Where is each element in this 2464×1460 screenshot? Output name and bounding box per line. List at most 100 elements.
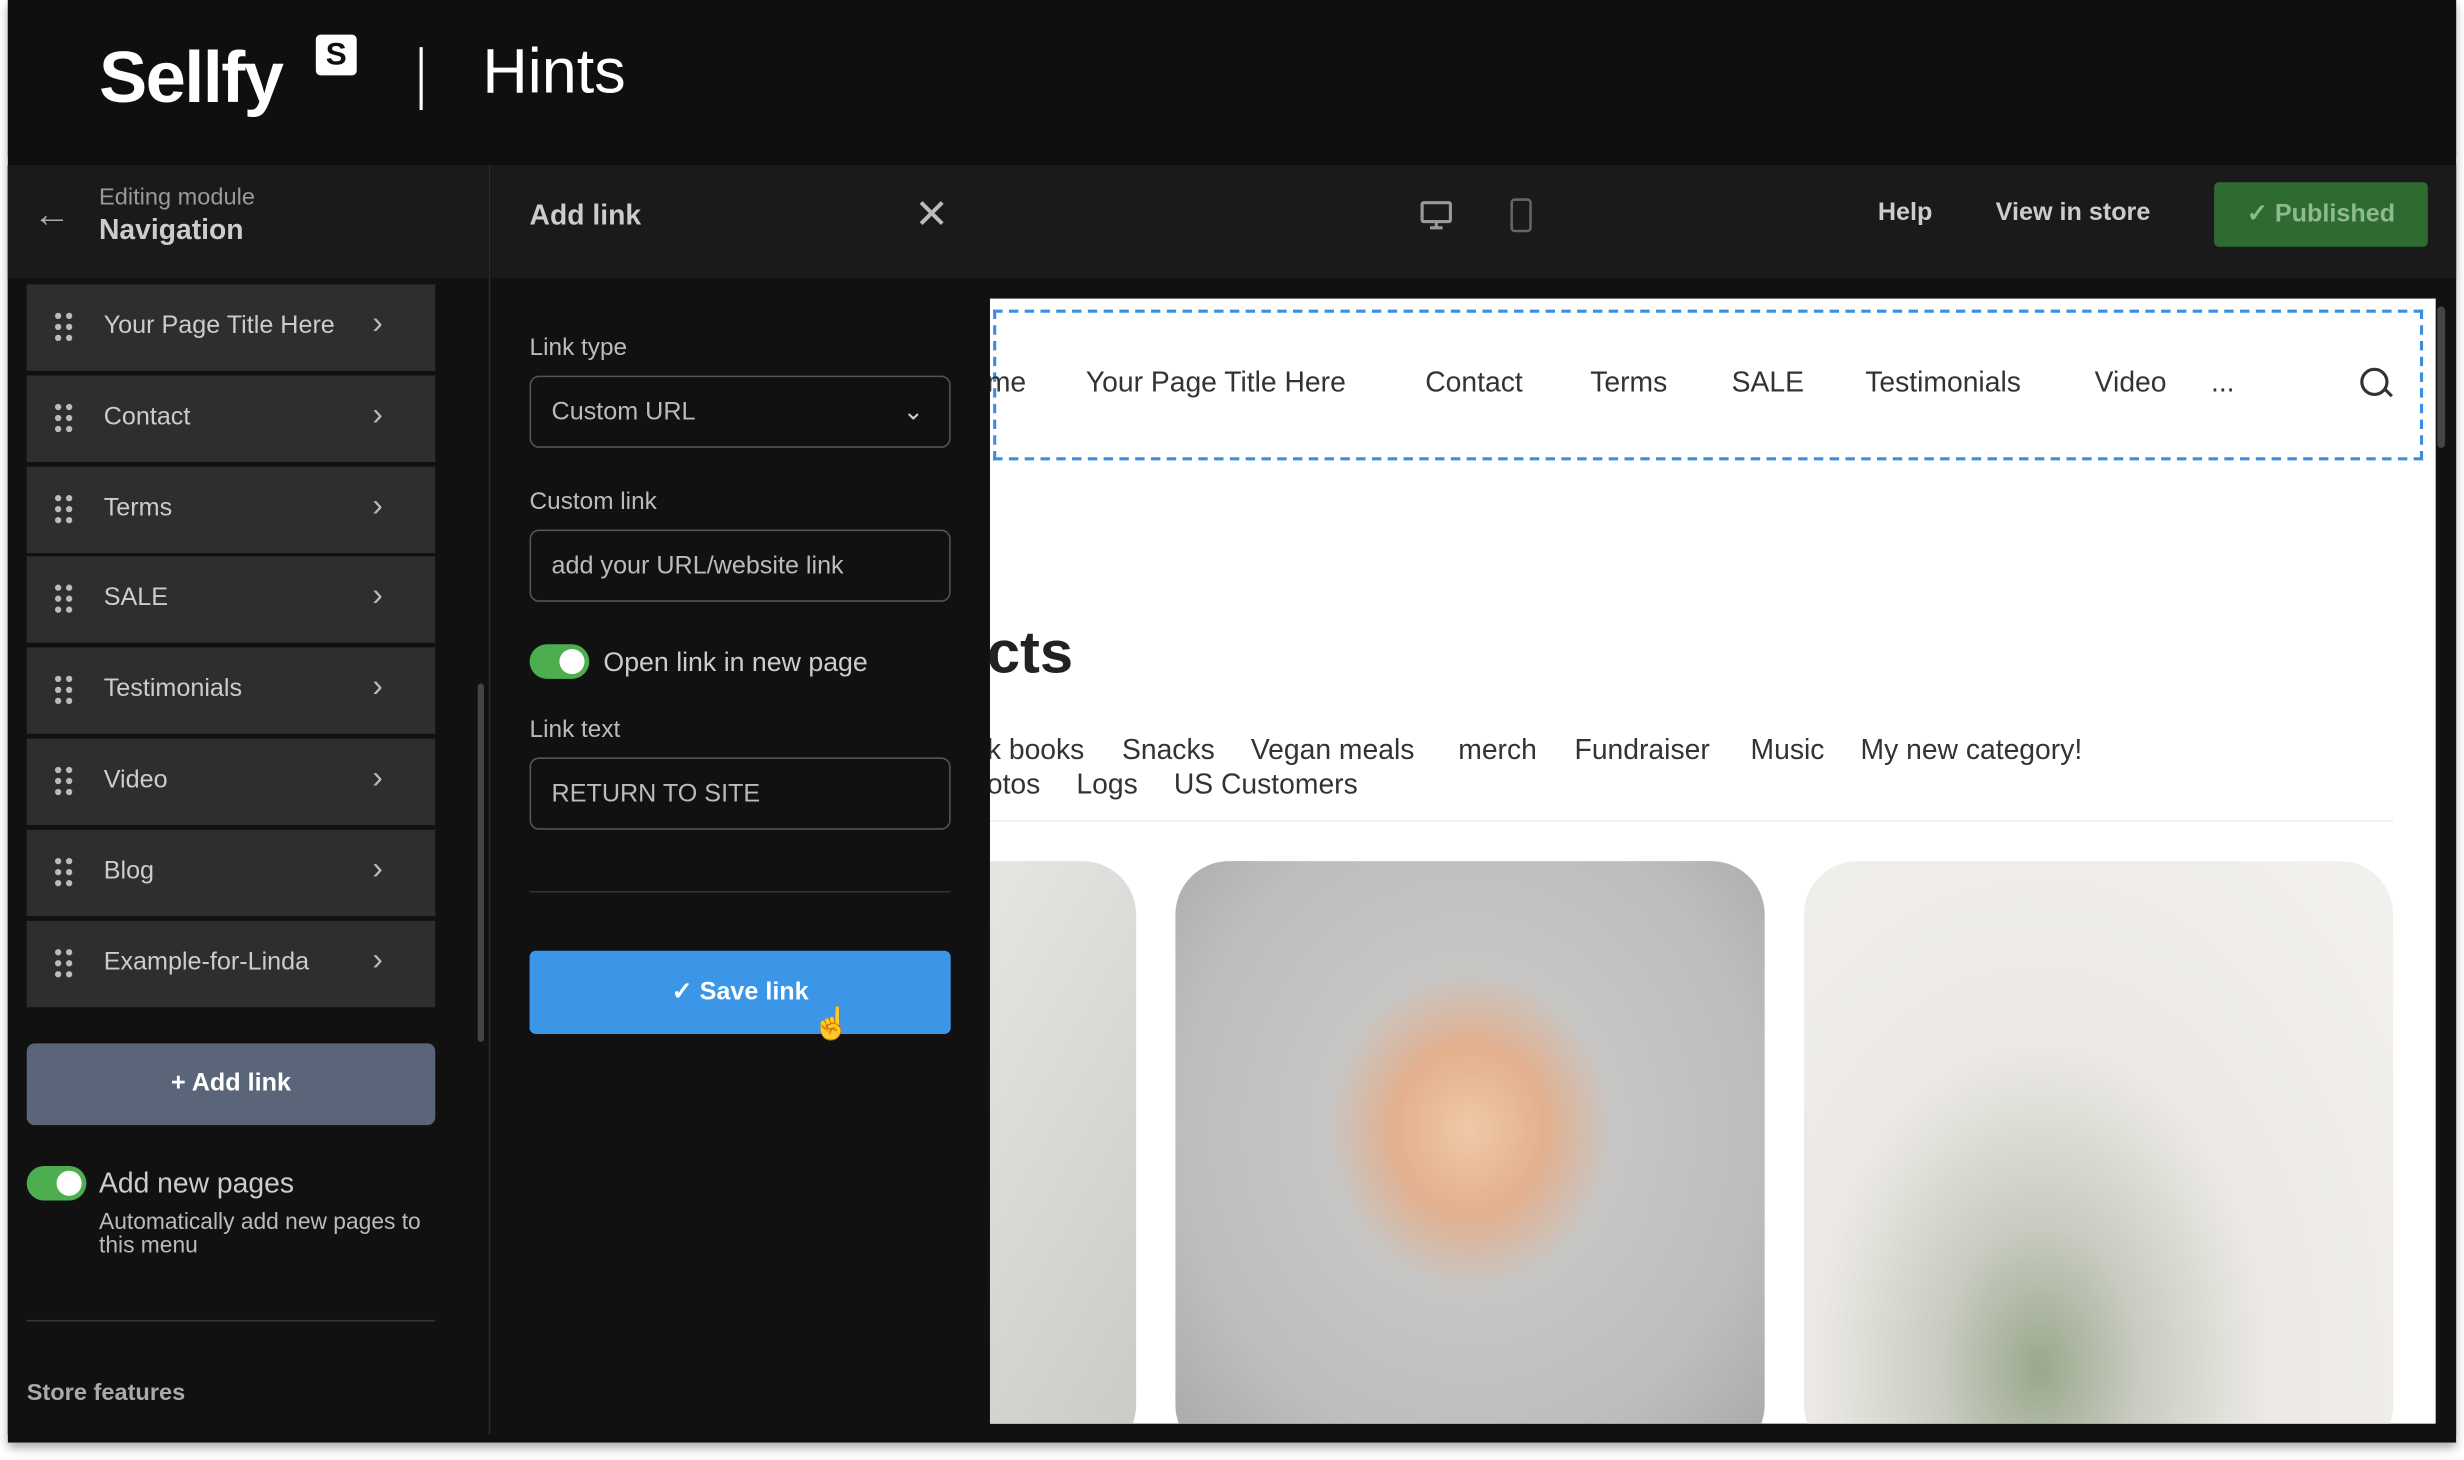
store-features-heading[interactable]: Store features <box>27 1380 186 1407</box>
nav-item-label: Testimonials <box>103 675 243 703</box>
nav-item[interactable]: Example-for-Linda › <box>26 920 436 1007</box>
desktop-icon[interactable] <box>1417 196 1455 234</box>
category-link[interactable]: Fundraiser <box>1575 734 1710 767</box>
module-sidebar: ← Editing module Navigation Your Page Ti… <box>7 164 489 1435</box>
sidebar-header: ← Editing module Navigation <box>7 164 489 279</box>
store-nav-link[interactable]: Terms <box>1590 366 1667 399</box>
sidebar-title: Navigation <box>98 213 244 246</box>
panel-title: Add link <box>529 199 642 231</box>
nav-items-list: Your Page Title Here › Contact › Terms › SALE ›… <box>26 284 436 1011</box>
divider <box>529 890 951 893</box>
open-new-page-label: Open link in new page <box>603 647 868 678</box>
chevron-right-icon: › <box>372 851 383 886</box>
chevron-right-icon: › <box>372 669 383 705</box>
store-nav-link[interactable]: ... <box>2211 366 2235 399</box>
chevron-right-icon: › <box>372 942 383 977</box>
category-link[interactable]: My new category! <box>1861 734 2083 767</box>
drag-handle-icon[interactable] <box>54 403 74 435</box>
nav-item-label: SALE <box>103 585 169 612</box>
store-nav-link[interactable]: me <box>990 366 1026 399</box>
store-nav-link[interactable]: Video <box>2095 366 2167 399</box>
link-text-label: Link text <box>529 716 621 744</box>
preview-toolbar: Help View in store ✓ Published <box>989 164 2457 279</box>
products-heading: cts <box>989 620 1074 687</box>
category-link[interactable]: otos <box>990 768 1040 801</box>
chevron-right-icon: › <box>372 760 383 796</box>
save-link-button[interactable]: ✓ Save link <box>529 950 951 1034</box>
mobile-icon[interactable] <box>1509 196 1534 234</box>
add-link-button[interactable]: + Add link <box>26 1043 436 1126</box>
chevron-right-icon: › <box>372 306 383 341</box>
divider <box>26 1319 436 1322</box>
add-new-pages-toggle[interactable] <box>26 1165 87 1201</box>
editor: ← Editing module Navigation Your Page Ti… <box>7 164 2457 1435</box>
store-nav-link[interactable]: Your Page Title Here <box>1086 366 1346 399</box>
open-new-page-toggle[interactable] <box>529 644 590 679</box>
store-nav-link[interactable]: Testimonials <box>1865 366 2021 399</box>
category-link[interactable]: Vegan meals <box>1251 734 1415 767</box>
nav-item-label: Terms <box>103 494 173 522</box>
store-nav-link[interactable]: Contact <box>1425 366 1523 399</box>
panel-header: Add link ✕ <box>490 164 992 279</box>
nav-item[interactable]: Blog › <box>26 829 436 916</box>
hand-cursor-icon: ☝ <box>812 1007 852 1042</box>
close-icon[interactable]: ✕ <box>915 190 949 239</box>
published-button[interactable]: ✓ Published <box>2214 182 2428 247</box>
category-link[interactable]: Logs <box>1076 768 1137 801</box>
category-link[interactable]: merch <box>1458 734 1537 767</box>
link-type-select[interactable]: Custom URL ⌄ <box>529 375 951 448</box>
chevron-right-icon: › <box>372 397 383 432</box>
link-text-input[interactable]: RETURN TO SITE <box>529 757 951 830</box>
divider <box>419 47 423 110</box>
drag-handle-icon[interactable] <box>54 675 74 707</box>
drag-handle-icon[interactable] <box>54 948 74 979</box>
nav-item[interactable]: SALE › <box>26 556 436 644</box>
chevron-down-icon: ⌄ <box>902 399 924 426</box>
nav-item[interactable]: Video › <box>26 738 436 825</box>
product-image[interactable] <box>1803 861 2394 1424</box>
nav-item[interactable]: Testimonials › <box>26 647 436 735</box>
nav-item-label: Example-for-Linda <box>103 948 310 976</box>
app-window: Sellfy S Hints ← Editing module Navigati… <box>7 0 2457 1443</box>
arrow-left-icon[interactable]: ← <box>33 193 71 237</box>
nav-item-label: Contact <box>103 403 191 431</box>
preview-scrollbar[interactable] <box>2437 306 2446 448</box>
view-in-store-link[interactable]: View in store <box>1996 200 2151 228</box>
store-preview: me Your Page Title Here Contact Terms SALE Te… <box>989 298 2436 1424</box>
custom-link-placeholder: add your URL/website link <box>551 553 844 580</box>
add-link-panel: Add link ✕ Link type Custom URL ⌄ Custom… <box>488 164 992 1435</box>
link-type-label: Link type <box>529 334 628 362</box>
nav-item-label: Video <box>103 766 168 794</box>
category-link[interactable]: Snacks <box>1122 734 1215 767</box>
nav-item[interactable]: Terms › <box>26 466 436 553</box>
sidebar-subtitle: Editing module <box>98 183 255 211</box>
add-new-pages-description: Automatically add new pages to this menu <box>98 1209 421 1259</box>
add-new-pages-label: Add new pages <box>98 1167 294 1199</box>
category-link[interactable]: k books <box>990 734 1084 767</box>
section-title: Hints <box>482 37 626 107</box>
category-link[interactable]: Music <box>1751 734 1825 767</box>
search-icon[interactable] <box>2360 367 2389 396</box>
product-image[interactable] <box>1175 861 1765 1424</box>
nav-item[interactable]: Contact › <box>26 375 436 462</box>
drag-handle-icon[interactable] <box>54 494 74 525</box>
nav-item-label: Blog <box>103 857 155 885</box>
chevron-right-icon: › <box>372 578 383 614</box>
store-nav-link[interactable]: SALE <box>1732 366 1804 399</box>
drag-handle-icon[interactable] <box>54 857 74 889</box>
link-type-value: Custom URL <box>551 399 696 426</box>
nav-item[interactable]: Your Page Title Here › <box>26 284 436 371</box>
custom-link-input[interactable]: add your URL/website link <box>529 529 951 602</box>
custom-link-label: Custom link <box>529 488 657 516</box>
drag-handle-icon[interactable] <box>54 766 74 798</box>
category-link[interactable]: US Customers <box>1174 768 1358 801</box>
help-link[interactable]: Help <box>1878 200 1932 228</box>
nav-item-label: Your Page Title Here <box>103 312 335 340</box>
link-text-value: RETURN TO SITE <box>551 780 761 808</box>
drag-handle-icon[interactable] <box>54 312 74 344</box>
sidebar-scrollbar[interactable] <box>477 683 484 1042</box>
sellfy-logo: Sellfy <box>98 36 284 118</box>
drag-handle-icon[interactable] <box>54 585 74 616</box>
sellfy-logo-badge: S <box>315 34 357 76</box>
product-image[interactable] <box>989 861 1137 1424</box>
